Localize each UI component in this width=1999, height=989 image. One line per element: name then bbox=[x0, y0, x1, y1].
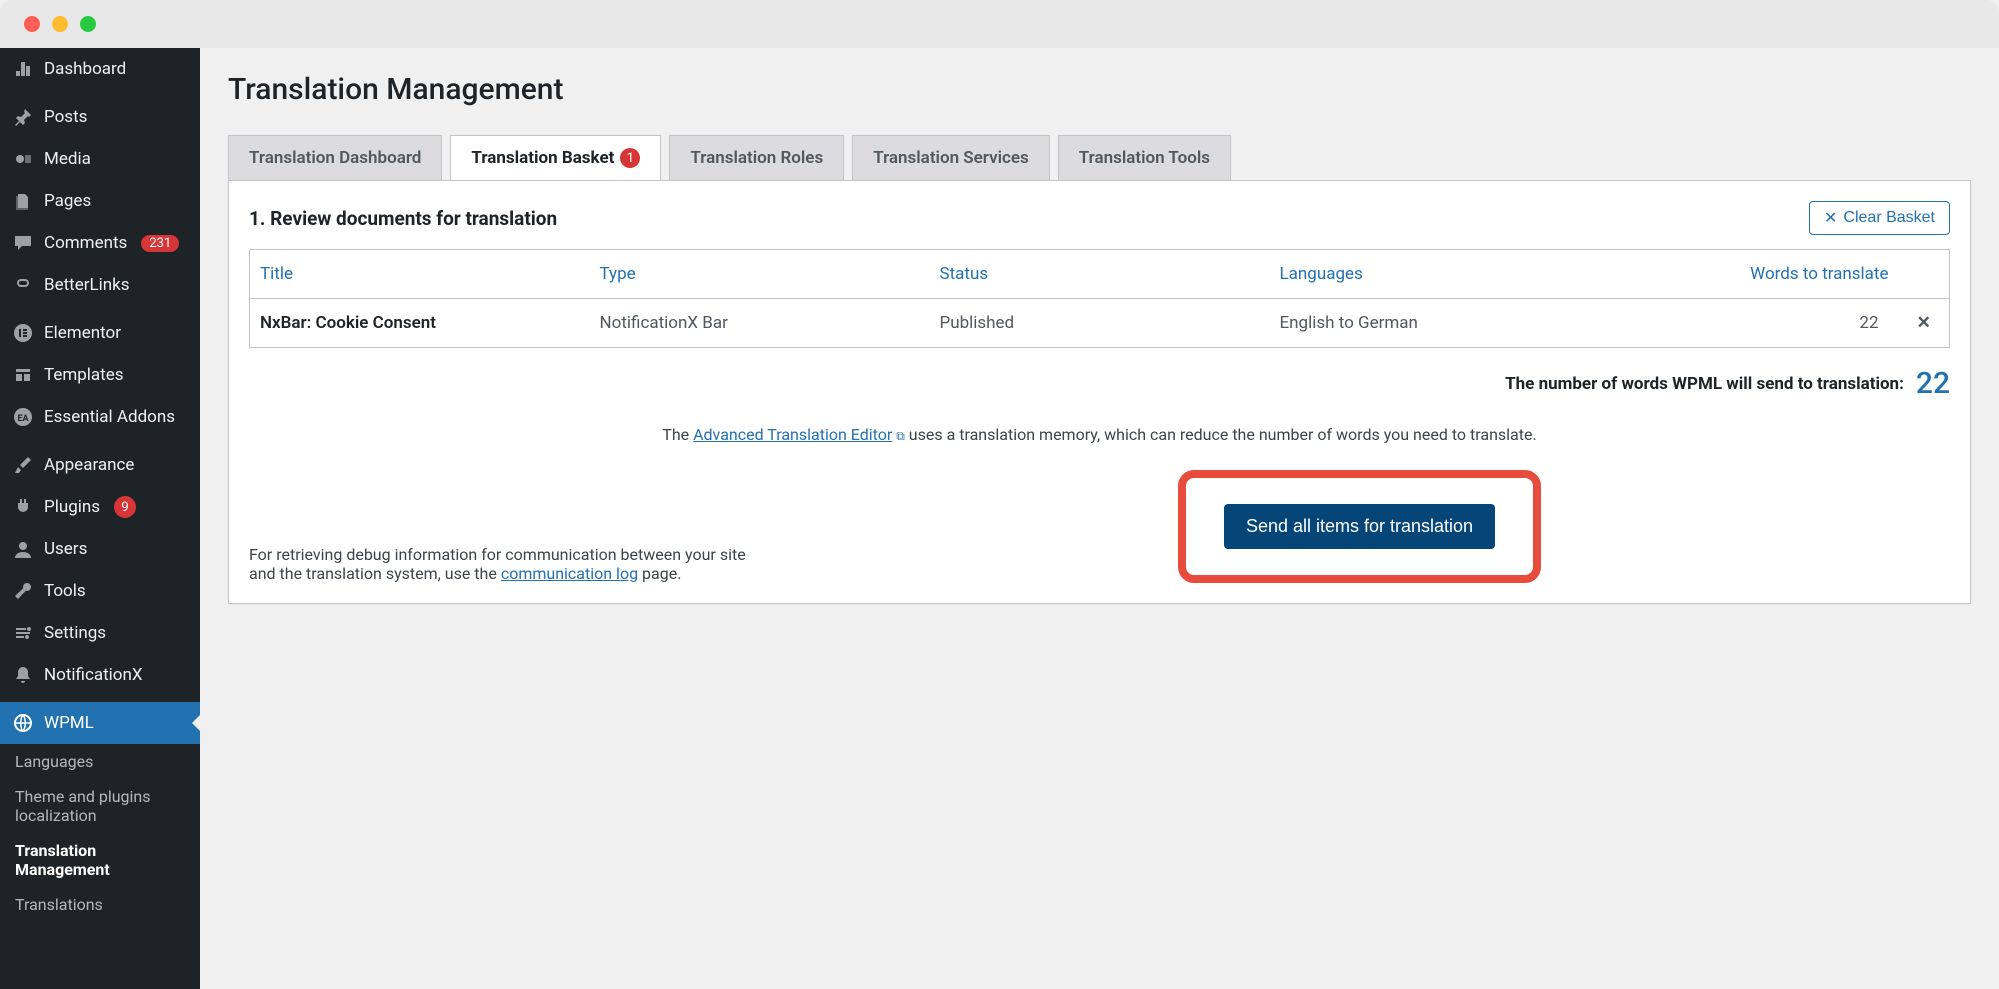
memory-info-line: The Advanced Translation Editor ⧉ uses a… bbox=[249, 425, 1950, 444]
svg-text:EA: EA bbox=[17, 414, 29, 424]
sidebar-item-pages[interactable]: Pages bbox=[0, 180, 200, 222]
pin-icon bbox=[12, 106, 34, 128]
comments-count-badge: 231 bbox=[141, 235, 179, 252]
sidebar-item-tools[interactable]: Tools bbox=[0, 570, 200, 612]
wrench-icon bbox=[12, 580, 34, 602]
sidebar-item-label: Pages bbox=[44, 191, 91, 211]
cell-words: 22 bbox=[1695, 299, 1899, 348]
words-total-line: The number of words WPML will send to tr… bbox=[249, 366, 1950, 401]
templates-icon bbox=[12, 364, 34, 386]
cell-status: Published bbox=[930, 299, 1270, 348]
sidebar-item-label: Comments bbox=[44, 233, 127, 253]
sidebar-item-templates[interactable]: Templates bbox=[0, 354, 200, 396]
sidebar-item-label: Users bbox=[44, 539, 87, 559]
link-icon bbox=[12, 274, 34, 296]
sidebar-item-label: Posts bbox=[44, 107, 87, 127]
sidebar-sub-theme-plugins-localization[interactable]: Theme and plugins localization bbox=[0, 779, 200, 833]
globe-icon bbox=[12, 712, 34, 734]
col-header-languages[interactable]: Languages bbox=[1270, 250, 1695, 299]
sidebar-item-label: Appearance bbox=[44, 455, 134, 475]
comment-icon bbox=[12, 232, 34, 254]
page-title: Translation Management bbox=[228, 60, 1971, 135]
sidebar-item-dashboard[interactable]: Dashboard bbox=[0, 48, 200, 90]
user-icon bbox=[12, 538, 34, 560]
main-content: Translation Management Translation Dashb… bbox=[200, 48, 1999, 989]
sidebar-item-settings[interactable]: Settings bbox=[0, 612, 200, 654]
ea-icon: EA bbox=[12, 406, 34, 428]
sidebar-item-notificationx[interactable]: NotificationX bbox=[0, 654, 200, 696]
debug-info-text: For retrieving debug information for com… bbox=[249, 545, 769, 583]
sidebar-item-label: Dashboard bbox=[44, 59, 126, 79]
sidebar-item-label: Elementor bbox=[44, 323, 121, 343]
sidebar-item-wpml[interactable]: WPML bbox=[0, 702, 200, 744]
bell-icon bbox=[12, 664, 34, 686]
advanced-translation-editor-link[interactable]: Advanced Translation Editor bbox=[693, 425, 892, 444]
tab-translation-tools[interactable]: Translation Tools bbox=[1058, 135, 1231, 180]
section-heading: 1. Review documents for translation bbox=[249, 207, 557, 230]
window-maximize-button[interactable] bbox=[80, 16, 96, 32]
pages-icon bbox=[12, 190, 34, 212]
cell-type: NotificationX Bar bbox=[590, 299, 930, 348]
sidebar-item-label: Tools bbox=[44, 581, 86, 601]
sidebar-sub-languages[interactable]: Languages bbox=[0, 744, 200, 779]
sidebar-item-appearance[interactable]: Appearance bbox=[0, 444, 200, 486]
sidebar-item-label: Templates bbox=[44, 365, 124, 385]
sidebar-item-essential-addons[interactable]: EA Essential Addons bbox=[0, 396, 200, 438]
sidebar-item-media[interactable]: Media bbox=[0, 138, 200, 180]
tab-translation-services[interactable]: Translation Services bbox=[852, 135, 1050, 180]
close-icon: ✕ bbox=[1824, 208, 1837, 228]
sidebar-sub-translation-management[interactable]: Translation Management bbox=[0, 833, 200, 887]
basket-panel: 1. Review documents for translation ✕ Cl… bbox=[228, 180, 1971, 604]
brush-icon bbox=[12, 454, 34, 476]
documents-table: Title Type Status Languages Words to tra… bbox=[249, 249, 1950, 348]
send-all-items-button[interactable]: Send all items for translation bbox=[1224, 504, 1495, 549]
sidebar-item-label: Media bbox=[44, 149, 91, 169]
tab-translation-roles[interactable]: Translation Roles bbox=[669, 135, 844, 180]
sidebar-item-users[interactable]: Users bbox=[0, 528, 200, 570]
highlight-annotation: Send all items for translation bbox=[1178, 470, 1541, 583]
sidebar-item-label: WPML bbox=[44, 713, 94, 733]
col-header-status[interactable]: Status bbox=[930, 250, 1270, 299]
cell-languages: English to German bbox=[1270, 299, 1695, 348]
window-close-button[interactable] bbox=[24, 16, 40, 32]
admin-sidebar: Dashboard Posts Media Pages Comments 231… bbox=[0, 48, 200, 989]
sidebar-item-plugins[interactable]: Plugins 9 bbox=[0, 486, 200, 528]
sidebar-sub-translations[interactable]: Translations bbox=[0, 887, 200, 922]
sidebar-item-label: Essential Addons bbox=[44, 407, 175, 427]
elementor-icon bbox=[12, 322, 34, 344]
sidebar-item-label: NotificationX bbox=[44, 665, 143, 685]
communication-log-link[interactable]: communication log bbox=[501, 564, 638, 583]
sidebar-item-betterlinks[interactable]: BetterLinks bbox=[0, 264, 200, 306]
col-header-words[interactable]: Words to translate bbox=[1695, 250, 1899, 299]
media-icon bbox=[12, 148, 34, 170]
cell-title: NxBar: Cookie Consent bbox=[250, 299, 590, 348]
col-header-title[interactable]: Title bbox=[250, 250, 590, 299]
sidebar-item-elementor[interactable]: Elementor bbox=[0, 312, 200, 354]
window-chrome bbox=[0, 0, 1999, 48]
external-link-icon: ⧉ bbox=[896, 429, 905, 443]
plug-icon bbox=[12, 496, 34, 518]
col-header-type[interactable]: Type bbox=[590, 250, 930, 299]
plugins-update-badge: 9 bbox=[114, 496, 136, 518]
sidebar-item-label: BetterLinks bbox=[44, 275, 130, 295]
settings-icon bbox=[12, 622, 34, 644]
tabs: Translation Dashboard Translation Basket… bbox=[228, 135, 1971, 180]
window-minimize-button[interactable] bbox=[52, 16, 68, 32]
clear-basket-button[interactable]: ✕ Clear Basket bbox=[1809, 201, 1950, 235]
table-row: NxBar: Cookie Consent NotificationX Bar … bbox=[250, 299, 1950, 348]
words-total-count: 22 bbox=[1916, 366, 1950, 401]
tab-translation-basket[interactable]: Translation Basket 1 bbox=[450, 135, 661, 180]
remove-row-button[interactable]: ✕ bbox=[1899, 299, 1950, 348]
sidebar-item-posts[interactable]: Posts bbox=[0, 96, 200, 138]
basket-count-badge: 1 bbox=[620, 148, 640, 168]
tab-translation-dashboard[interactable]: Translation Dashboard bbox=[228, 135, 442, 180]
sidebar-item-label: Plugins bbox=[44, 497, 100, 517]
sidebar-item-label: Settings bbox=[44, 623, 106, 643]
sidebar-item-comments[interactable]: Comments 231 bbox=[0, 222, 200, 264]
dashboard-icon bbox=[12, 58, 34, 80]
